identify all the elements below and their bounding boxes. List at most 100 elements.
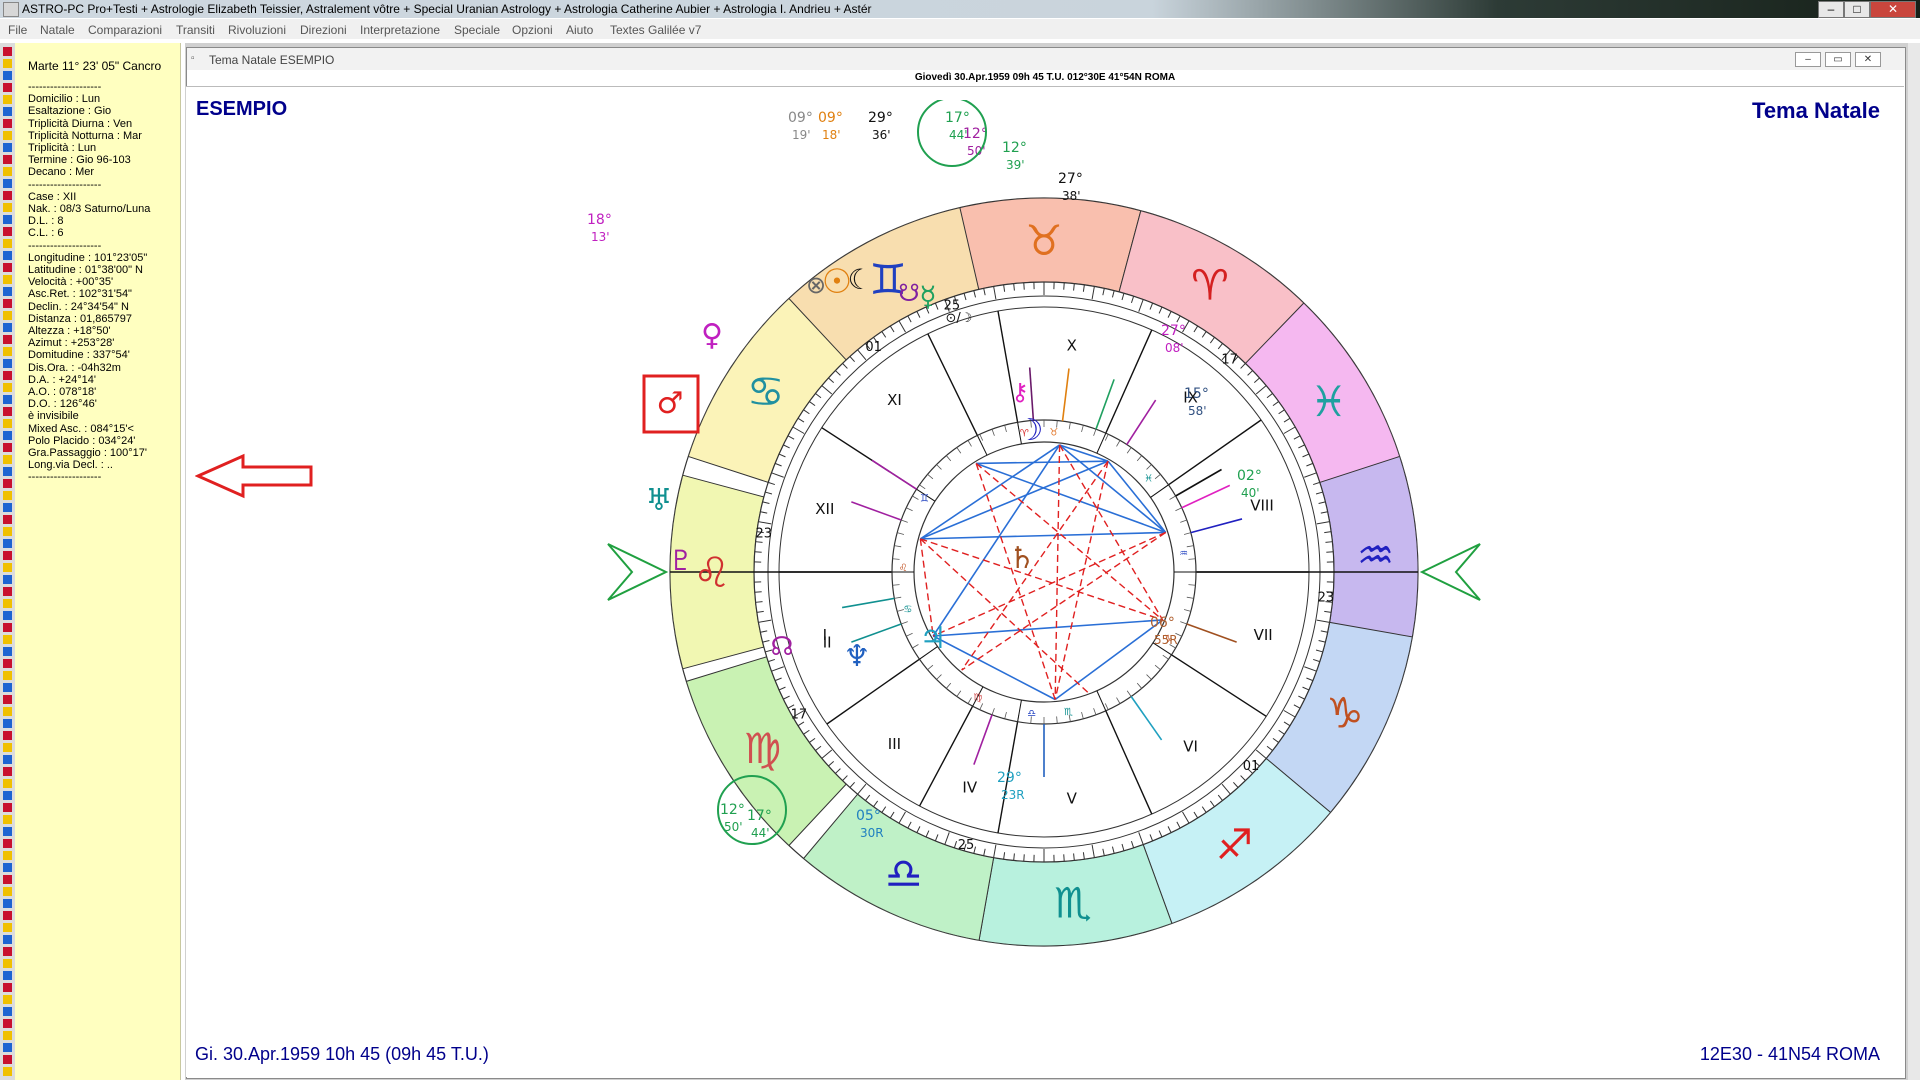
strip-square xyxy=(3,863,12,872)
strip-square xyxy=(3,731,12,740)
info-line: Asc.Ret. : 102°31'54" xyxy=(28,288,132,301)
minimize-button[interactable]: – xyxy=(1818,1,1844,18)
inner-sign-icon: ♎ xyxy=(1027,708,1036,719)
info-line: Termine : Gio 96-103 xyxy=(28,154,131,167)
info-line: Azimut : +253°28' xyxy=(28,337,115,350)
info-line: Altezza : +18°50' xyxy=(28,325,111,337)
inner-sign-icon: ♏ xyxy=(1064,707,1073,718)
strip-square xyxy=(3,203,12,212)
cusp-minute-label: 23R xyxy=(1001,788,1025,802)
cusp-degree-label: 27° xyxy=(1161,323,1186,339)
menu-opzioni[interactable]: Opzioni xyxy=(512,23,553,37)
house-number: V xyxy=(1067,789,1078,807)
inner-sign-icon: ♒ xyxy=(1179,548,1188,559)
info-line: Esaltazione : Gio xyxy=(28,105,112,118)
info-line: Polo Placido : 034°24' xyxy=(28,434,136,447)
menu-direzioni[interactable]: Direzioni xyxy=(300,23,347,37)
strip-square xyxy=(3,1055,12,1064)
maximize-button[interactable]: □ xyxy=(1844,1,1870,18)
planet-info-panel: Marte 11° 23' 05" Cancro ---------------… xyxy=(15,43,181,1080)
sun-moon-midpoint-icon: ⊙/☽ xyxy=(946,311,973,326)
cusp-degree-label: 29° xyxy=(868,110,893,126)
ring-degree-label: 01 xyxy=(1243,759,1260,774)
cusp-degree-label: 17° xyxy=(747,808,772,824)
strip-square xyxy=(3,47,12,56)
info-line: D.O. : 126°46' xyxy=(28,398,97,411)
strip-square xyxy=(3,467,12,476)
strip-square xyxy=(3,635,12,644)
info-line: A.O. : 078°18' xyxy=(28,386,97,398)
menu-textes-galilee[interactable]: Textes Galilée v7 xyxy=(610,23,701,37)
cusp-minute-label: 44' xyxy=(751,826,770,840)
menu-transiti[interactable]: Transiti xyxy=(176,23,215,37)
planet-glyph-icon: ♆ xyxy=(844,639,871,674)
strip-square xyxy=(3,767,12,776)
info-line: Distanza : 01,865797 xyxy=(28,312,132,325)
strip-square xyxy=(3,287,12,296)
child-maximize-button[interactable]: ▭ xyxy=(1825,52,1851,67)
planet-glyph-icon: ♀ xyxy=(701,318,723,353)
info-line: Declin. : 24°34'54" N xyxy=(28,300,129,313)
house-number: III xyxy=(888,735,901,753)
strip-square xyxy=(3,107,12,116)
ring-degree-label: 01 xyxy=(865,340,882,355)
cusp-minute-label: 38' xyxy=(1062,189,1081,203)
strip-square xyxy=(3,299,12,308)
cusp-degree-label: 18° xyxy=(587,212,612,228)
natal-wheel[interactable]: ♉♈♓♒♑♐♏♎♍♌♋♊XIXVIIIVIIVIVIVIIIIIIXIIXI25… xyxy=(550,100,1500,1040)
planet-glyph-icon: ♄ xyxy=(1009,541,1036,576)
ring-degree-label: 17 xyxy=(1221,352,1238,367)
subject-name: ESEMPIO xyxy=(196,98,288,120)
info-line: Mixed Asc. : 084°15'< xyxy=(28,422,134,435)
strip-square xyxy=(3,695,12,704)
ring-degree-label: 25 xyxy=(958,838,975,853)
zodiac-sign-icon: ♈ xyxy=(1191,260,1229,309)
child-titlebar: ▫ Tema Natale ESEMPIO – ▭ ✕ xyxy=(187,48,1905,70)
menu-interpretazione[interactable]: Interpretazione xyxy=(360,23,440,37)
vertical-scrollbar[interactable] xyxy=(1908,43,1920,1080)
strip-square xyxy=(3,407,12,416)
info-line: -------------------- xyxy=(28,239,102,252)
cusp-minute-label: 08' xyxy=(1165,341,1184,355)
zodiac-sign-icon: ♒ xyxy=(1357,531,1395,580)
cusp-minute-label: 30R xyxy=(860,826,884,840)
window-titlebar: ASTRO-PC Pro+Testi + Astrologie Elizabet… xyxy=(0,0,1920,18)
close-button[interactable]: ✕ xyxy=(1870,1,1916,18)
info-line: Dis.Ora. : -04h32m xyxy=(28,361,121,374)
strip-square xyxy=(3,239,12,248)
cusp-degree-label: 29° xyxy=(997,770,1022,786)
menu-comparazioni[interactable]: Comparazioni xyxy=(88,23,162,37)
house-number: X xyxy=(1067,337,1077,355)
color-strip xyxy=(0,43,15,1080)
cusp-degree-label: 09° xyxy=(788,110,813,126)
window-title: ASTRO-PC Pro+Testi + Astrologie Elizabet… xyxy=(22,2,872,16)
menu-speciale[interactable]: Speciale xyxy=(454,23,500,37)
cusp-minute-label: 19' xyxy=(792,128,811,142)
strip-square xyxy=(3,131,12,140)
strip-square xyxy=(3,995,12,1004)
zodiac-sign-icon: ♐ xyxy=(1216,820,1254,869)
strip-square xyxy=(3,827,12,836)
menu-natale[interactable]: Natale xyxy=(40,23,75,37)
child-close-button[interactable]: ✕ xyxy=(1855,52,1881,67)
strip-square xyxy=(3,359,12,368)
strip-square xyxy=(3,515,12,524)
inner-sign-icon: ♈ xyxy=(1020,428,1029,439)
strip-square xyxy=(3,947,12,956)
info-line: D.L. : 8 xyxy=(28,215,64,228)
menu-file[interactable]: File xyxy=(8,23,27,37)
menu-bar: File Natale Comparazioni Transiti Rivolu… xyxy=(0,19,1920,39)
strip-square xyxy=(3,59,12,68)
planet-glyph-icon: ♂ xyxy=(657,386,684,421)
planet-glyph-icon: ☿ xyxy=(919,280,936,313)
info-line: Domicilio : Lun xyxy=(28,93,101,106)
menu-aiuto[interactable]: Aiuto xyxy=(566,23,593,37)
child-minimize-button[interactable]: – xyxy=(1795,52,1821,67)
strip-square xyxy=(3,923,12,932)
info-line: Long.via Decl. : .. xyxy=(28,459,113,472)
info-line: Case : XII xyxy=(28,190,77,203)
menu-rivoluzioni[interactable]: Rivoluzioni xyxy=(228,23,286,37)
app-icon xyxy=(3,2,19,17)
cusp-degree-label: 15° xyxy=(1184,386,1209,402)
info-heading: Marte 11° 23' 05" Cancro xyxy=(28,59,162,73)
